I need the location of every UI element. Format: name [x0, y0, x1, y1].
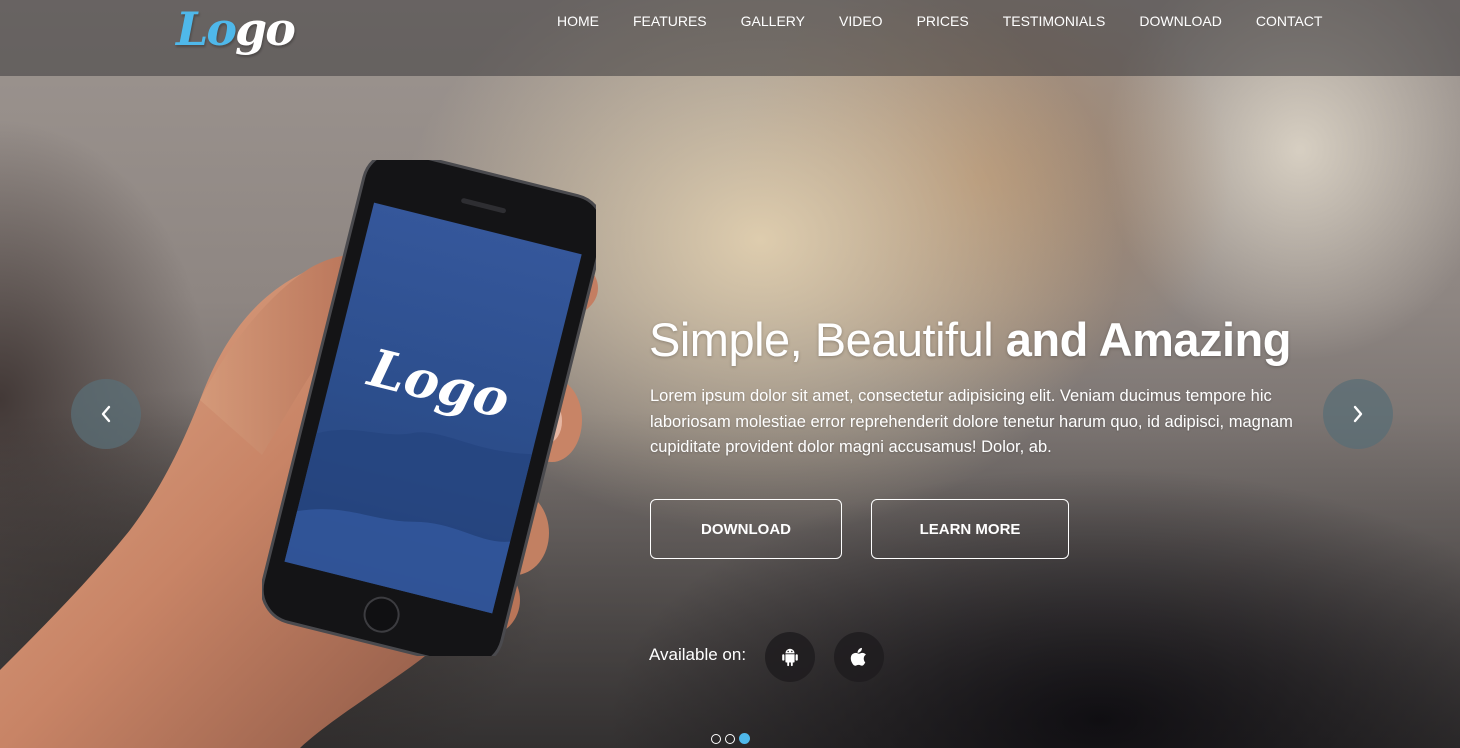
main-nav: HOME FEATURES GALLERY VIDEO PRICES TESTI… — [540, 12, 1339, 30]
nav-prices[interactable]: PRICES — [900, 12, 986, 30]
hero-page: Logo HOME FEATURES GALLERY VIDEO PRICES … — [0, 0, 1460, 748]
logo[interactable]: Logo — [176, 2, 296, 56]
hero-title-light: Simple, Beautiful — [649, 313, 1006, 366]
learn-more-button[interactable]: LEARN MORE — [871, 499, 1069, 559]
phone-mockup: Logo — [262, 160, 596, 656]
apple-icon — [850, 647, 866, 666]
carousel-indicators — [711, 733, 750, 744]
logo-rest: go — [235, 2, 296, 56]
nav-home[interactable]: HOME — [540, 12, 616, 30]
chevron-right-icon — [1353, 405, 1363, 423]
available-on-label: Available on: — [649, 645, 747, 664]
android-icon — [782, 648, 798, 667]
download-button[interactable]: DOWNLOAD — [650, 499, 842, 559]
site-header: Logo HOME FEATURES GALLERY VIDEO PRICES … — [0, 0, 1460, 76]
hero-description: Lorem ipsum dolor sit amet, consectetur … — [650, 387, 1293, 456]
carousel-dot-1[interactable] — [711, 734, 721, 744]
android-store-button[interactable] — [765, 632, 815, 682]
carousel-prev-button[interactable] — [71, 379, 141, 449]
carousel-next-button[interactable] — [1323, 379, 1393, 449]
nav-contact[interactable]: CONTACT — [1239, 12, 1340, 30]
nav-video[interactable]: VIDEO — [822, 12, 900, 30]
hero-title: Simple, Beautiful and Amazing — [649, 312, 1291, 367]
nav-gallery[interactable]: GALLERY — [724, 12, 822, 30]
carousel-dot-3[interactable] — [739, 733, 750, 744]
chevron-left-icon — [101, 405, 111, 423]
apple-store-button[interactable] — [834, 632, 884, 682]
nav-download[interactable]: DOWNLOAD — [1122, 12, 1238, 30]
logo-accent: Lo — [176, 2, 237, 56]
nav-features[interactable]: FEATURES — [616, 12, 724, 30]
carousel-dot-2[interactable] — [725, 734, 735, 744]
hero-title-bold: and Amazing — [1005, 313, 1292, 366]
nav-testimonials[interactable]: TESTIMONIALS — [986, 12, 1123, 30]
